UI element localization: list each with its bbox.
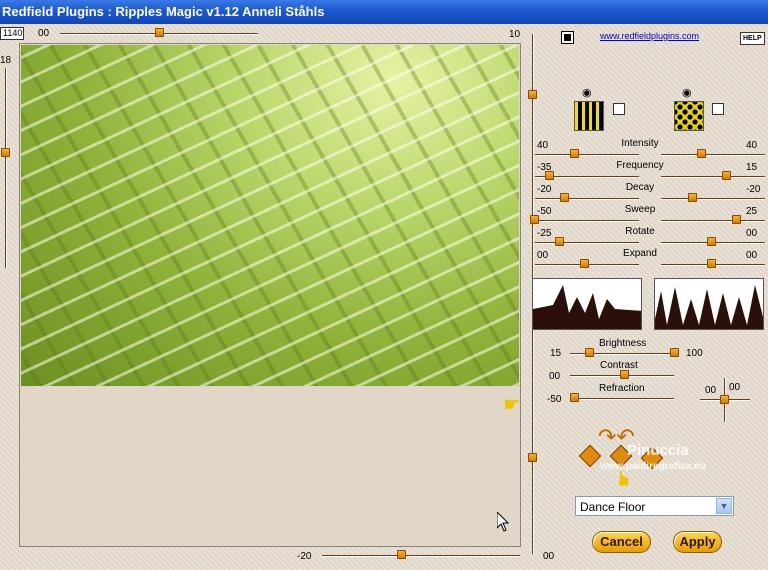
left-slider-track[interactable] <box>5 68 7 268</box>
right-slider-knob-top[interactable] <box>528 90 537 99</box>
cancel-button[interactable]: Cancel <box>592 531 651 553</box>
slider-left-value: -20 <box>537 184 552 195</box>
slider-left-value: -25 <box>537 228 552 239</box>
slider-left-value: 00 <box>537 250 549 261</box>
bottom-slider-right-value: 00 <box>543 551 555 562</box>
refraction-label: Refraction <box>599 383 645 394</box>
slider-left-value: 40 <box>537 140 549 151</box>
slider-left-value: -50 <box>537 206 552 217</box>
pattern-dots-icon[interactable] <box>674 101 704 131</box>
slider-right-track[interactable] <box>661 220 765 222</box>
brightness-left-value: 15 <box>550 348 562 359</box>
slider-label: Rotate <box>625 226 655 237</box>
slider-label: Frequency <box>616 160 664 171</box>
left-slider-value: 18 <box>0 55 12 66</box>
position-knob[interactable] <box>720 395 729 404</box>
left-slider-knob[interactable] <box>1 148 10 157</box>
top-slider-left-value: 00 <box>38 28 50 39</box>
waveform-b <box>654 278 764 330</box>
apply-button[interactable]: Apply <box>673 531 722 553</box>
slider-left-track[interactable] <box>535 154 639 156</box>
brightness-label: Brightness <box>599 338 647 349</box>
slider-right-value: 00 <box>746 250 758 261</box>
brightness-knob-right[interactable] <box>670 348 679 357</box>
website-link[interactable]: www.redfieldplugins.com <box>600 31 699 41</box>
preset-selected-value: Dance Floor <box>580 500 646 514</box>
slider-left-track[interactable] <box>535 242 639 244</box>
watermark-name: Pinuccia <box>627 442 689 459</box>
brightness-right-value: 100 <box>686 348 703 359</box>
pointing-hand-icon: ☛ <box>613 469 636 488</box>
top-slider-knob[interactable] <box>155 28 164 37</box>
slider-left-knob[interactable] <box>570 149 579 158</box>
slider-right-value: -20 <box>746 184 761 195</box>
help-button[interactable]: HELP <box>740 32 765 45</box>
pattern-stripes-icon[interactable] <box>574 101 604 131</box>
top-slider-right-value: 10 <box>509 29 521 40</box>
title-bar: Redfield Plugins : Ripples Magic v1.12 A… <box>0 0 768 24</box>
slider-right-value: 40 <box>746 140 758 151</box>
eye-icon[interactable]: ◉ <box>582 86 592 99</box>
contrast-label: Contrast <box>600 360 638 371</box>
preview-image <box>21 45 519 386</box>
color-swatch[interactable] <box>561 31 574 44</box>
brightness-knob-left[interactable] <box>585 348 594 357</box>
eye-icon[interactable]: ◉ <box>682 86 692 99</box>
slider-left-knob[interactable] <box>555 237 564 246</box>
contrast-knob[interactable] <box>620 370 629 379</box>
pointing-hand-icon: ☛ <box>503 394 521 416</box>
slider-left-knob[interactable] <box>530 215 539 224</box>
chevron-down-icon[interactable]: ▼ <box>716 498 732 514</box>
slider-right-value: 15 <box>746 162 758 173</box>
preset-select[interactable]: Dance Floor ▼ <box>575 496 734 516</box>
slider-right-knob[interactable] <box>688 193 697 202</box>
slider-right-value: 00 <box>746 228 758 239</box>
slider-right-value: 25 <box>746 206 758 217</box>
mouse-cursor-icon <box>496 510 510 535</box>
window-title: Redfield Plugins : Ripples Magic v1.12 A… <box>2 4 325 19</box>
pattern-a-checkbox[interactable] <box>613 103 625 115</box>
slider-left-knob[interactable] <box>580 259 589 268</box>
slider-label: Intensity <box>621 138 659 149</box>
slider-right-knob[interactable] <box>697 149 706 158</box>
slider-left-knob[interactable] <box>545 171 554 180</box>
bottom-slider-knob[interactable] <box>397 550 406 559</box>
slider-left-track[interactable] <box>535 220 639 222</box>
slider-right-knob[interactable] <box>722 171 731 180</box>
right-slider-knob-bottom[interactable] <box>528 453 537 462</box>
slider-right-track[interactable] <box>661 154 765 156</box>
slider-right-track[interactable] <box>661 198 765 200</box>
slider-right-knob[interactable] <box>707 237 716 246</box>
position-x-value: 00 <box>705 385 717 396</box>
refraction-knob[interactable] <box>570 393 579 402</box>
slider-right-knob[interactable] <box>732 215 741 224</box>
waveform-a <box>532 278 642 330</box>
slider-right-track[interactable] <box>661 176 765 178</box>
count-box[interactable]: 1140 <box>0 27 24 40</box>
slider-label: Expand <box>623 248 657 259</box>
preview-panel <box>19 43 521 547</box>
refraction-track[interactable] <box>570 398 674 400</box>
slider-left-track[interactable] <box>535 198 639 200</box>
pattern-b-checkbox[interactable] <box>712 103 724 115</box>
slider-left-knob[interactable] <box>560 193 569 202</box>
slider-right-knob[interactable] <box>707 259 716 268</box>
refraction-value: -50 <box>547 394 562 405</box>
slider-label: Decay <box>625 182 655 193</box>
bottom-slider-track[interactable] <box>322 555 520 557</box>
contrast-value: 00 <box>549 371 561 382</box>
slider-label: Sweep <box>624 204 656 215</box>
bottom-slider-left-value: -20 <box>297 551 312 562</box>
position-y-value: 00 <box>729 382 741 393</box>
